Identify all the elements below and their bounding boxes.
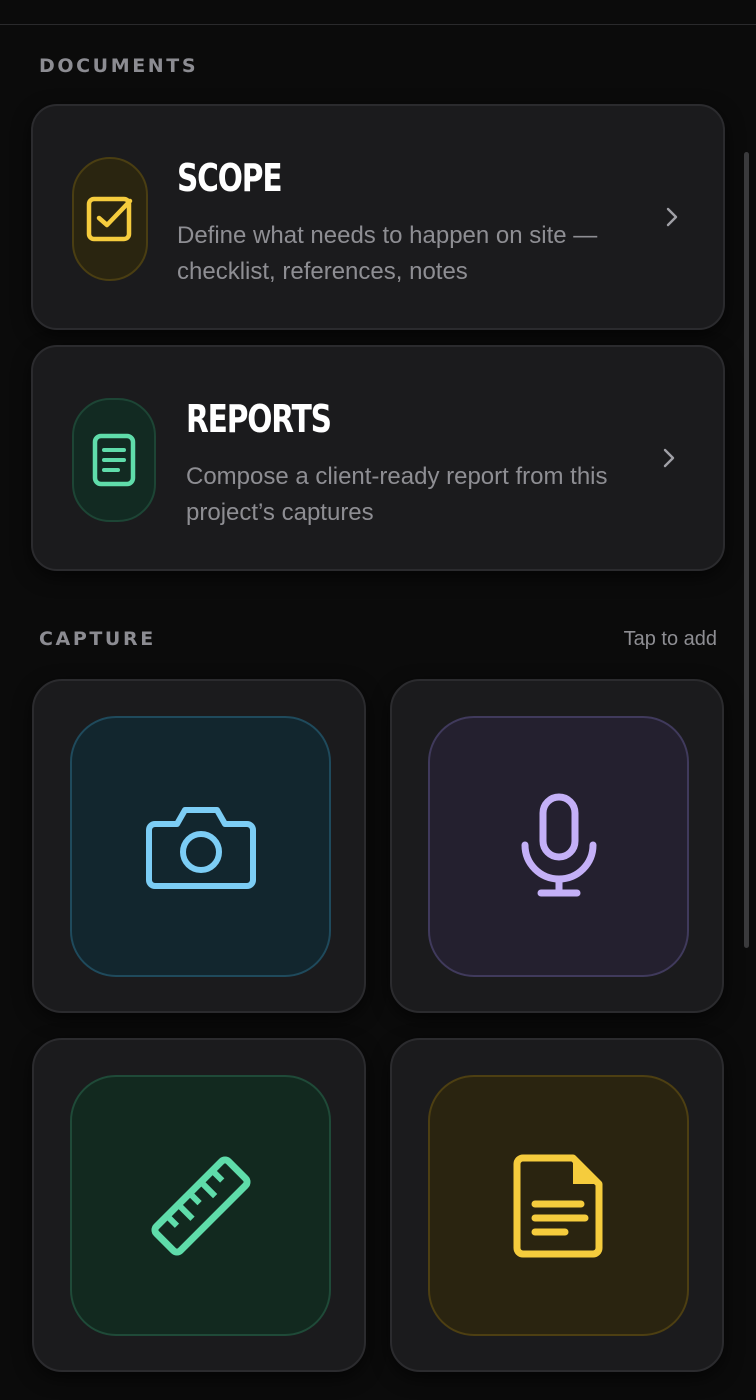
- note-document-icon: [513, 1154, 602, 1257]
- chevron-right-icon: [666, 207, 678, 227]
- reports-card[interactable]: REPORTS Compose a client-ready report fr…: [31, 345, 725, 571]
- reports-description: Compose a client-ready report from this …: [186, 463, 608, 526]
- capture-voice-tile[interactable]: [390, 679, 724, 1013]
- scope-icon-badge: [72, 157, 148, 281]
- reports-title: REPORTS: [186, 397, 332, 441]
- measure-icon-badge: [70, 1075, 331, 1336]
- reports-icon-badge: [72, 398, 156, 522]
- microphone-icon: [521, 793, 596, 896]
- scope-card[interactable]: SCOPE Define what needs to happen on sit…: [31, 104, 725, 330]
- camera-icon: [145, 806, 256, 889]
- note-icon-badge: [428, 1075, 689, 1336]
- capture-measure-tile[interactable]: [32, 1038, 366, 1372]
- scope-description: Define what needs to happen on site — ch…: [177, 222, 598, 285]
- capture-section-label: CAPTURE: [39, 628, 156, 650]
- voice-icon-badge: [428, 716, 689, 977]
- tap-to-add-hint: Tap to add: [623, 628, 717, 650]
- scope-title: SCOPE: [177, 156, 283, 200]
- checkbox-icon: [86, 196, 133, 242]
- chevron-right-icon: [663, 448, 675, 468]
- photo-icon-badge: [70, 716, 331, 977]
- document-lines-icon: [92, 433, 136, 487]
- scrollbar[interactable]: [744, 152, 749, 948]
- documents-section-label: DOCUMENTS: [39, 55, 199, 77]
- ruler-icon: [150, 1155, 251, 1256]
- top-divider: [0, 24, 756, 25]
- capture-photo-tile[interactable]: [32, 679, 366, 1013]
- capture-note-tile[interactable]: [390, 1038, 724, 1372]
